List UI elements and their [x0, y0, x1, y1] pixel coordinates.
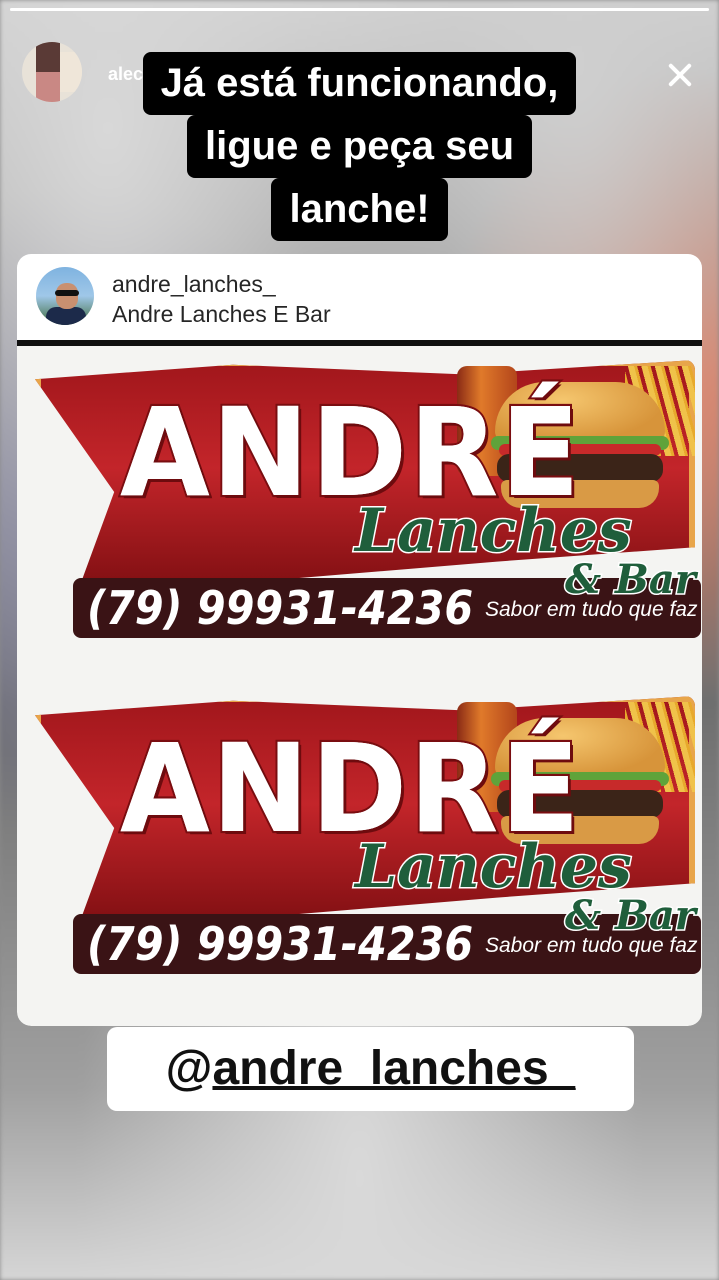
sticker-banner: ANDRÉ Lanches (79) 99931-4236 & Bar Sabo… [25, 346, 701, 646]
post-author-name: Andre Lanches E Bar [112, 301, 331, 327]
caption-line-3: lanche! [271, 178, 448, 241]
shared-post-card[interactable]: andre_lanches_ Andre Lanches E Bar ANDRÉ… [17, 254, 702, 1026]
story-progress-fill [10, 8, 709, 11]
sticker-banner: ANDRÉ Lanches (79) 99931-4236 & Bar Sabo… [25, 682, 701, 982]
shared-post-header: andre_lanches_ Andre Lanches E Bar [17, 254, 702, 340]
caption-line-1: Já está funcionando, [142, 52, 577, 115]
mention-at-sign: @ [165, 1042, 213, 1095]
caption-line-2: ligue e peça seu [186, 115, 533, 178]
sticker-sheet: ANDRÉ Lanches (79) 99931-4236 & Bar Sabo… [17, 346, 702, 1026]
mention-handle[interactable]: andre_lanches_ [212, 1042, 575, 1095]
story-progress-bar [10, 8, 709, 11]
slogan: Sabor em tudo que faz [485, 598, 698, 621]
phone-number: (79) 99931-4236 [87, 917, 474, 971]
post-author-username: andre_lanches_ [112, 271, 276, 297]
post-image: ANDRÉ Lanches (79) 99931-4236 & Bar Sabo… [17, 340, 702, 1026]
mention-sticker[interactable]: @andre_lanches_ [107, 1027, 634, 1111]
post-author-avatar [36, 267, 94, 325]
mention-text: @andre_lanches_ [166, 1042, 576, 1095]
slogan: Sabor em tudo que faz [485, 934, 698, 957]
script-bar: & Bar [564, 891, 698, 941]
script-bar: & Bar [564, 555, 698, 605]
phone-number: (79) 99931-4236 [87, 581, 474, 635]
story-caption: Já está funcionando, ligue e peça seu la… [0, 52, 719, 241]
